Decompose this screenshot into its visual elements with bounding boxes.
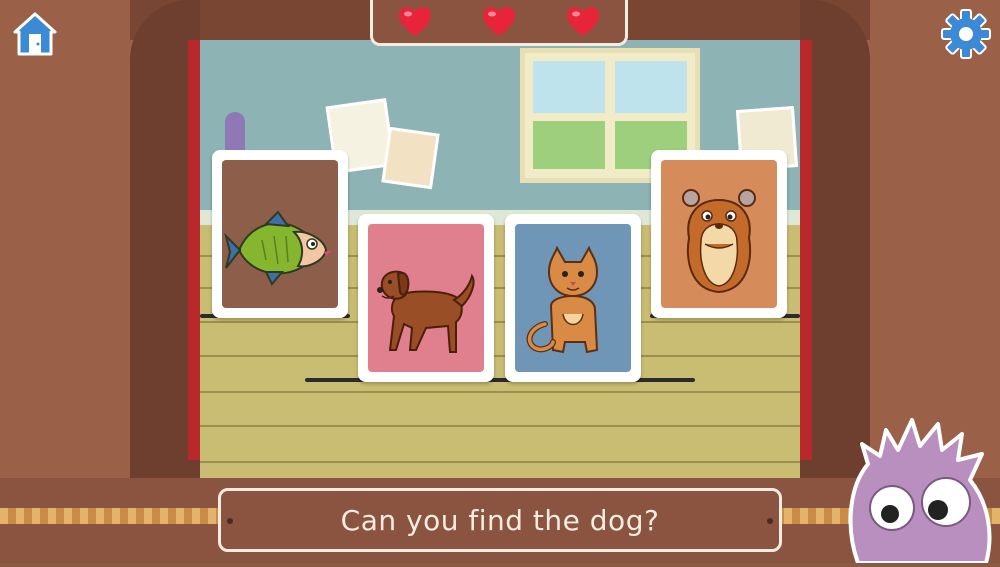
rivet <box>227 518 233 524</box>
cat-illustration <box>526 245 599 354</box>
purple-monster-mascot[interactable] <box>838 410 1000 565</box>
prompt-panel: Can you find the dog? <box>218 488 782 552</box>
card-background <box>515 224 631 372</box>
card-fish[interactable] <box>212 150 348 318</box>
gear-icon <box>941 9 991 59</box>
card-dog[interactable] <box>358 214 494 382</box>
rivet <box>767 518 773 524</box>
wall-drawing-flowers <box>381 126 440 190</box>
card-background <box>368 224 484 372</box>
heart-icon <box>483 6 515 36</box>
lives-panel <box>370 0 628 46</box>
hamster-illustration <box>682 189 756 294</box>
curtain-left <box>188 40 200 460</box>
dog-illustration <box>377 270 475 353</box>
purple-vase <box>225 112 245 152</box>
curtain-right <box>800 40 812 460</box>
house-door-icon <box>13 12 57 56</box>
card-background <box>661 160 777 308</box>
heart-icon <box>567 6 599 36</box>
home-button[interactable] <box>11 10 59 58</box>
prompt-question: Can you find the dog? <box>340 503 660 537</box>
heart-icon <box>399 6 431 36</box>
card-cat[interactable] <box>505 214 641 382</box>
monster-illustration <box>848 418 992 565</box>
fish-illustration <box>224 210 332 286</box>
card-hamster[interactable] <box>651 150 787 318</box>
settings-button[interactable] <box>940 8 992 60</box>
card-background <box>222 160 338 308</box>
